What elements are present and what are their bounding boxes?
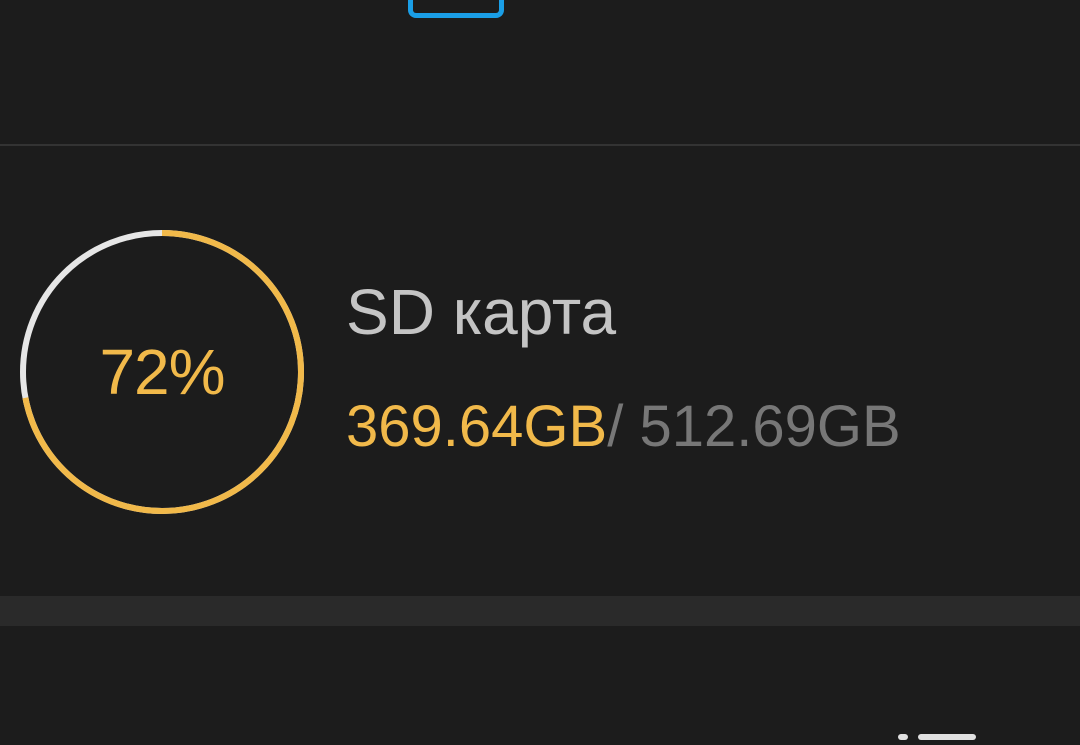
storage-usage: 369.64GB/ 512.69GB	[346, 398, 901, 456]
usage-separator: /	[607, 394, 624, 459]
total-space: 512.69GB	[623, 394, 901, 459]
used-space: 369.64GB	[346, 394, 608, 459]
section-divider	[0, 596, 1080, 626]
page-indicator-active	[918, 734, 976, 740]
usage-ring: 72%	[19, 229, 305, 515]
storage-title: SD карта	[346, 276, 617, 348]
storage-screen: 72% SD карта 369.64GB/ 512.69GB	[0, 0, 1080, 745]
sd-card-storage-item[interactable]: 72% SD карта 369.64GB/ 512.69GB	[0, 146, 1080, 596]
usage-percent: 72%	[99, 336, 225, 408]
folder-icon[interactable]	[408, 0, 504, 18]
page-indicator-dot	[898, 734, 908, 740]
